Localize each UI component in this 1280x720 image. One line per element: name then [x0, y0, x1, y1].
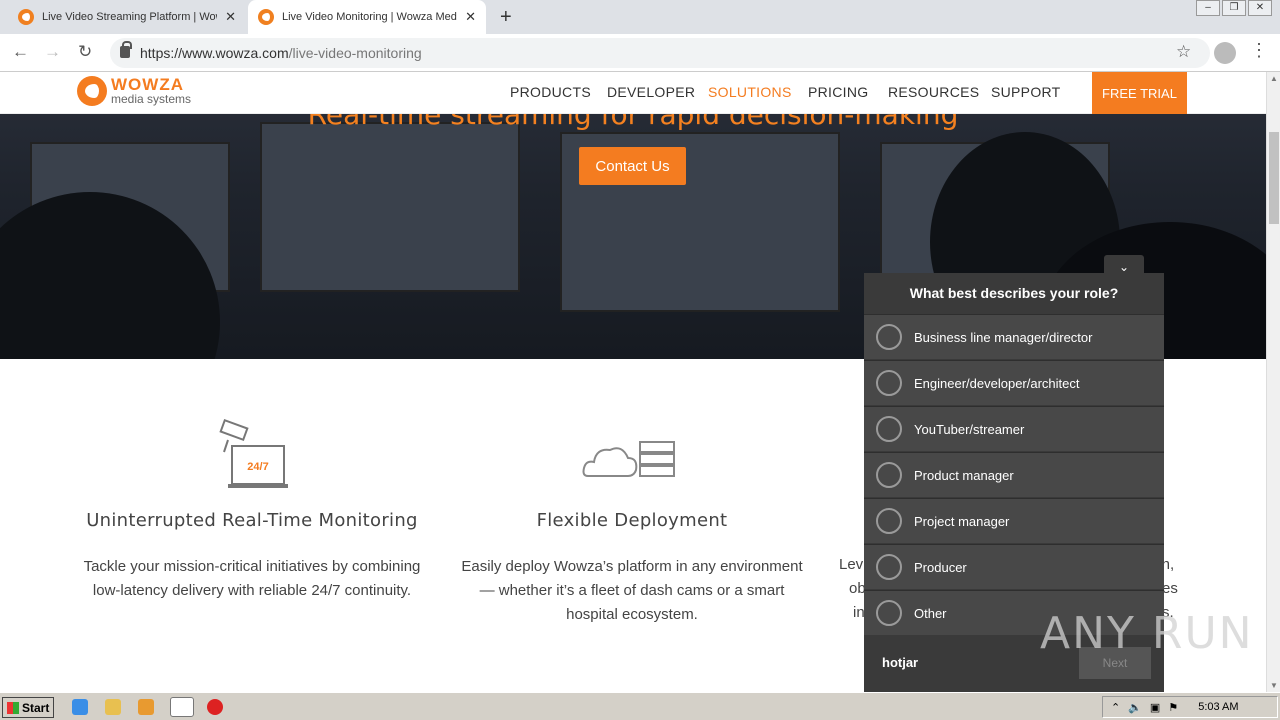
bookmark-star-icon[interactable]: ☆ — [1176, 42, 1191, 62]
survey-option[interactable]: Engineer/developer/architect — [864, 360, 1164, 405]
survey-option[interactable]: YouTuber/streamer — [864, 406, 1164, 451]
chevron-down-icon: ⌄ — [1118, 260, 1130, 274]
feature-text-fragment: Lev — [839, 556, 864, 573]
wowza-logo[interactable]: WOWZA media systems — [77, 76, 191, 106]
site-header: WOWZA media systems PRODUCTS DEVELOPER S… — [0, 72, 1266, 114]
feature-text-fragment: in — [853, 604, 865, 621]
start-label: Start — [22, 700, 50, 715]
feature-monitoring: Uninterrupted Real-Time Monitoring Tackl… — [70, 510, 434, 603]
survey-option[interactable]: Producer — [864, 544, 1164, 589]
nav-solutions[interactable]: SOLUTIONS — [708, 84, 792, 100]
survey-question: What best describes your role? — [909, 285, 1119, 301]
lock-icon — [120, 41, 132, 58]
tab-live-video-monitoring[interactable]: Live Video Monitoring | Wowza Medi ✕ — [248, 0, 486, 34]
wowza-logo-icon — [77, 76, 107, 106]
tab-bar: Live Video Streaming Platform | Wow ✕ Li… — [0, 0, 1280, 34]
scrollbar-thumb[interactable] — [1269, 132, 1279, 224]
contact-us-button[interactable]: Contact Us — [579, 147, 686, 185]
feature-deployment: Flexible Deployment Easily deploy Wowza’… — [455, 510, 809, 627]
explorer-folder-icon[interactable] — [105, 699, 121, 715]
free-trial-button[interactable]: FREE TRIAL — [1092, 72, 1187, 114]
page-scrollbar[interactable]: ▲ ▼ — [1266, 72, 1280, 692]
icon-24-7-text: 24/7 — [247, 461, 268, 473]
chrome-taskbar-button[interactable] — [170, 697, 194, 717]
scroll-down-icon[interactable]: ▼ — [1270, 681, 1278, 690]
close-icon[interactable]: ✕ — [225, 9, 236, 25]
logo-subtitle: media systems — [111, 91, 192, 106]
survey-option-label: YouTuber/streamer — [914, 421, 1025, 437]
close-window-icon[interactable]: ✕ — [1248, 0, 1272, 16]
survey-option-label: Project manager — [914, 513, 1010, 529]
survey-option-label: Business line manager/director — [914, 329, 1093, 345]
feature-text-fragment: es — [1162, 580, 1178, 597]
tray-expand-icon[interactable]: ⌃ — [1111, 701, 1120, 714]
wowza-favicon-icon — [18, 9, 34, 25]
survey-option-label: Product manager — [914, 467, 1014, 483]
radio-icon[interactable] — [876, 462, 902, 488]
profile-avatar-icon[interactable] — [1214, 42, 1236, 64]
anyrun-watermark: ANY RUN — [1040, 608, 1254, 659]
radio-icon[interactable] — [876, 370, 902, 396]
radio-icon[interactable] — [876, 416, 902, 442]
cloud-server-icon — [582, 441, 675, 477]
nav-pricing[interactable]: PRICING — [808, 84, 868, 100]
radio-icon[interactable] — [876, 600, 902, 626]
close-icon[interactable]: ✕ — [465, 9, 476, 25]
survey-option[interactable]: Project manager — [864, 498, 1164, 543]
hotjar-logo: hotjar — [882, 655, 919, 670]
volume-icon[interactable]: 🔈 — [1128, 701, 1142, 714]
windows-logo-icon — [7, 701, 19, 714]
nav-resources[interactable]: RESOURCES — [888, 84, 979, 100]
reload-icon[interactable]: ↻ — [78, 42, 92, 62]
url-path: /live-video-monitoring — [288, 45, 422, 61]
hero-monitor-image — [260, 122, 520, 292]
media-player-icon[interactable] — [138, 699, 154, 715]
tab-live-video-streaming[interactable]: Live Video Streaming Platform | Wow ✕ — [8, 0, 246, 34]
flag-icon[interactable]: ⚑ — [1168, 701, 1178, 714]
survey-option[interactable]: Product manager — [864, 452, 1164, 497]
tab-title: Live Video Streaming Platform | Wow — [42, 11, 218, 23]
network-icon[interactable]: ▣ — [1150, 701, 1160, 714]
system-tray: ⌃ 🔈 ▣ ⚑ 5:03 AM — [1102, 696, 1278, 718]
radio-icon[interactable] — [876, 508, 902, 534]
forward-icon[interactable]: → — [44, 42, 61, 62]
ie-icon[interactable] — [72, 699, 88, 715]
radio-icon[interactable] — [876, 554, 902, 580]
menu-kebab-icon[interactable]: ⋮ — [1250, 40, 1268, 61]
start-button[interactable]: Start — [2, 697, 54, 718]
nav-developer[interactable]: DEVELOPER — [607, 84, 695, 100]
minimize-icon[interactable]: ‒ — [1196, 0, 1220, 16]
restore-icon[interactable]: ❐ — [1222, 0, 1246, 16]
window-controls: ‒ ❐ ✕ — [1196, 0, 1272, 16]
back-icon[interactable]: ← — [12, 42, 29, 62]
nav-products[interactable]: PRODUCTS — [510, 84, 591, 100]
scroll-up-icon[interactable]: ▲ — [1270, 74, 1278, 83]
logo-name: WOWZA — [111, 74, 184, 94]
radio-icon[interactable] — [876, 324, 902, 350]
wowza-favicon-icon — [258, 9, 274, 25]
feature-text: Easily deploy Wowza’s platform in any en… — [461, 558, 803, 623]
feature-title: Uninterrupted Real-Time Monitoring — [86, 510, 418, 531]
survey-option-label: Other — [914, 605, 947, 621]
url-host: https://www.wowza.com — [140, 45, 289, 61]
windows-taskbar: Start ⌃ 🔈 ▣ ⚑ 5:03 AM — [0, 692, 1280, 720]
tab-title: Live Video Monitoring | Wowza Medi — [282, 11, 458, 23]
nav-support[interactable]: SUPPORT — [991, 84, 1061, 100]
monitoring-camera-icon: 24/7 — [219, 418, 288, 488]
new-tab-button[interactable]: + — [500, 6, 512, 29]
clock[interactable]: 5:03 AM — [1198, 701, 1238, 713]
opera-icon[interactable] — [207, 699, 223, 715]
feature-title: Flexible Deployment — [536, 510, 728, 531]
feature-text: Tackle your mission-critical initiatives… — [83, 558, 421, 599]
url-input[interactable]: https://www.wowza.com/live-video-monitor… — [110, 38, 1210, 68]
browser-window: Live Video Streaming Platform | Wow ✕ Li… — [0, 0, 1280, 720]
survey-option-label: Producer — [914, 559, 967, 575]
survey-option-label: Engineer/developer/architect — [914, 375, 1080, 391]
address-bar: ← → ↻ https://www.wowza.com/live-video-m… — [0, 34, 1280, 72]
survey-option[interactable]: Business line manager/director — [864, 314, 1164, 359]
